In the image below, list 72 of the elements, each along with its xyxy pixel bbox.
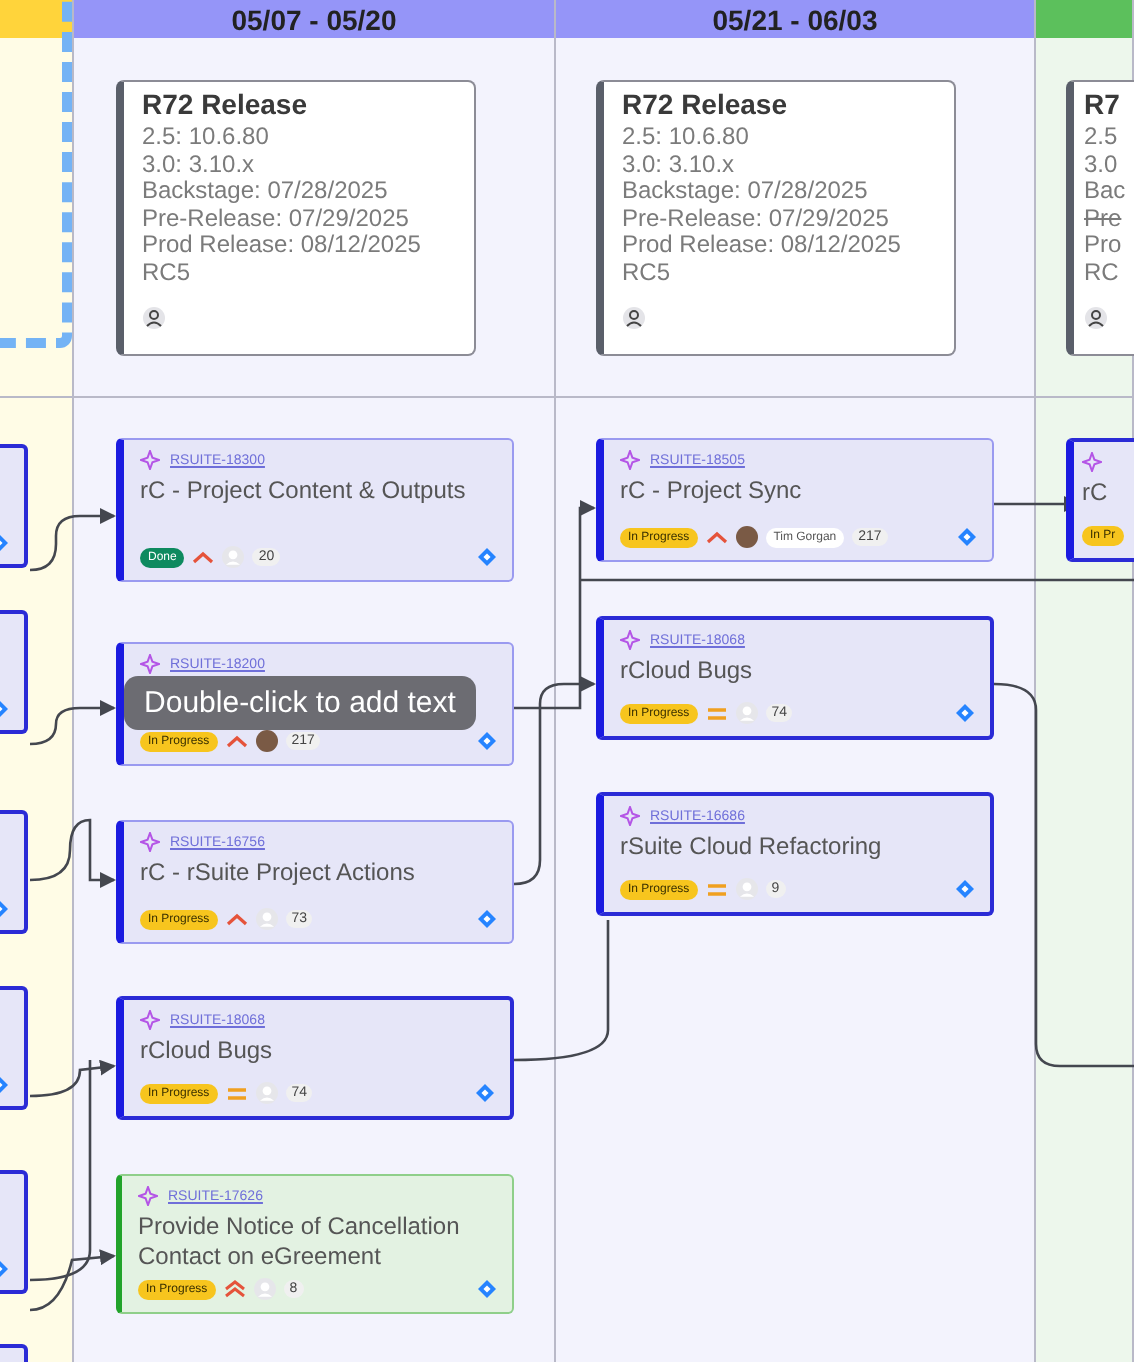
card-title: rCloud Bugs (140, 1036, 275, 1066)
card-title: rSuite Cloud Refactoring (620, 832, 884, 862)
release-detail: 2.5: 10.6.80 (622, 124, 751, 152)
diamond-icon (478, 910, 496, 928)
release-detail: Backstage: 07/28/2025 (622, 178, 870, 206)
card-title: rC - Project Content & Outputs (140, 476, 468, 506)
sparkle-icon (140, 450, 160, 470)
diamond-icon (478, 1280, 496, 1298)
release-title: R72 Release (142, 88, 310, 120)
equals-icon (705, 705, 728, 721)
release-detail: Pre-Release: 07/29/2025 (142, 205, 411, 233)
release-detail: RC5 (622, 259, 673, 288)
column-header: 05/07 - 05/20 (74, 0, 554, 38)
diamond-icon (476, 1084, 494, 1102)
release-title: R72 Release (622, 88, 790, 120)
release-title: R7 (1084, 88, 1122, 120)
user-avatar-icon (735, 878, 758, 900)
connector-line (514, 920, 610, 1062)
sparkle-icon (140, 832, 160, 852)
card-title: Provide Notice of Cancellation Contact on eGreement (138, 1212, 462, 1272)
release-detail: 3.0: 3.10.x (142, 151, 257, 179)
diamond-icon (956, 704, 974, 722)
sparkle-icon (138, 1186, 158, 1206)
release-detail: 3.0 (1084, 151, 1120, 179)
card-title: rC (1082, 478, 1110, 508)
connector-line (29, 818, 116, 888)
connector-line (29, 700, 116, 746)
release-detail: Bac (1084, 178, 1128, 206)
chevron-up-icon (705, 530, 728, 544)
release-detail: Pre-Release: 07/29/2025 (622, 205, 891, 233)
sparkle-icon (1082, 452, 1102, 472)
release-detail: Prod Release: 08/12/2025 (142, 232, 423, 260)
chevron-up-icon (225, 912, 248, 926)
release-detail: 3.0: 3.10.x (622, 151, 737, 179)
user-avatar-icon (1084, 305, 1108, 330)
release-detail: Backstage: 07/28/2025 (142, 178, 390, 206)
connector-line (29, 508, 116, 572)
sparkle-icon (620, 806, 640, 826)
user-avatar-icon (255, 1082, 278, 1104)
user-avatar-icon (222, 546, 245, 568)
equals-icon (225, 1085, 248, 1101)
avatar-photo-placeholder (735, 526, 758, 548)
double-chevron-up-icon (223, 1280, 246, 1298)
release-detail: RC5 (142, 259, 193, 288)
user-avatar-icon (735, 702, 758, 724)
sparkle-icon (620, 450, 640, 470)
avatar-photo-placeholder (255, 730, 278, 752)
release-detail: Pro (1084, 232, 1124, 260)
sparkle-icon (140, 654, 160, 674)
release-detail: Pre (1084, 205, 1124, 233)
diamond-icon (958, 528, 976, 546)
diamond-icon (956, 880, 974, 898)
card-title: rC - Project Sync (620, 476, 804, 506)
diamond-icon (478, 548, 496, 566)
user-avatar-icon (142, 305, 166, 330)
tooltip: Double-click to add text (124, 676, 476, 730)
card-title: rCloud Bugs (620, 656, 755, 686)
user-avatar-icon (255, 908, 278, 930)
release-detail: RC (1084, 259, 1121, 288)
equals-icon (705, 881, 728, 897)
release-detail: Prod Release: 08/12/2025 (622, 232, 903, 260)
chevron-up-icon (225, 734, 248, 748)
release-detail: 2.5: 10.6.80 (142, 124, 271, 152)
card-title: rC - rSuite Project Actions (140, 858, 417, 888)
user-avatar-icon (253, 1278, 276, 1300)
chevron-up-icon (192, 550, 215, 564)
column-header: 05/21 - 06/03 (556, 0, 1034, 38)
diamond-icon (478, 732, 496, 750)
sparkle-icon (140, 1010, 160, 1030)
user-avatar-icon (622, 305, 646, 330)
release-detail: 2.5 (1084, 124, 1120, 152)
sparkle-icon (620, 630, 640, 650)
